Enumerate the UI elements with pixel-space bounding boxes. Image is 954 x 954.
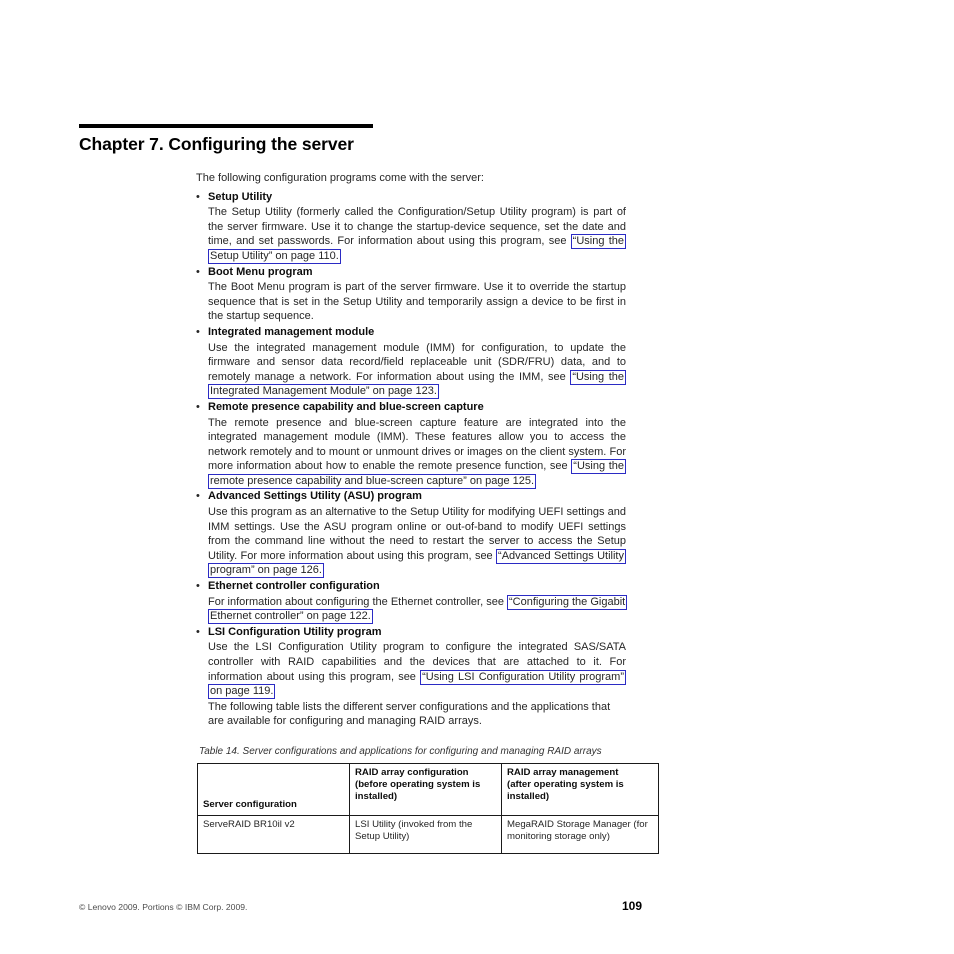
list-item-body: The Boot Menu program is part of the ser… <box>208 280 626 324</box>
raid-configurations-table: Server configuration RAID array configur… <box>197 763 659 854</box>
bullet-marker: • <box>196 625 200 638</box>
body-text: For information about configuring the Et… <box>208 595 508 608</box>
table-header-raid-array-configuration: RAID array configuration (before operati… <box>349 763 502 816</box>
list-item-body: Use the integrated management module (IM… <box>208 341 626 400</box>
bullet-marker: • <box>196 400 200 413</box>
header-label-line2: (after operating system is <box>507 779 624 791</box>
list-item-body: Use this program as an alternative to th… <box>208 505 626 579</box>
bullet-marker: • <box>196 580 200 593</box>
body-column: The following configuration programs com… <box>196 171 628 729</box>
cell-raid-array-configuration: LSI Utility (invoked from the Setup Util… <box>349 815 502 854</box>
header-label-line1: RAID array configuration <box>355 767 469 778</box>
bullet-marker: • <box>196 490 200 503</box>
cell-raid-array-management: MegaRAID Storage Manager (for monitoring… <box>501 815 659 854</box>
bullet-marker: • <box>196 265 200 278</box>
cell-server-configuration: ServeRAID BR10il v2 <box>197 815 350 854</box>
list-item: • Setup Utility The Setup Utility (forme… <box>196 190 626 264</box>
table-intro-paragraph: The following table lists the different … <box>208 700 611 728</box>
bullet-marker: • <box>196 325 200 338</box>
list-item: • Ethernet controller configuration For … <box>196 579 628 625</box>
footer-page-number: 109 <box>621 899 642 913</box>
list-item: • Integrated management module Use the i… <box>196 325 626 400</box>
chapter-title: Chapter 7. Configuring the server <box>79 134 354 154</box>
chapter-heading-rule <box>79 124 373 128</box>
list-item-heading: Advanced Settings Utility (ASU) program <box>208 490 422 503</box>
list-item: • LSI Configuration Utility program Use … <box>196 625 626 729</box>
list-item-body: Use the LSI Configuration Utility progra… <box>208 640 626 700</box>
list-item-heading: Ethernet controller configuration <box>208 580 380 593</box>
list-item-heading: Boot Menu program <box>208 265 313 278</box>
header-label-line1: RAID array management <box>507 767 619 778</box>
header-label-line2: (before operating system is <box>355 779 481 791</box>
table-header-raid-array-management: RAID array management (after operating s… <box>501 763 659 816</box>
list-item: • Remote presence capability and blue-sc… <box>196 400 626 489</box>
list-item-heading: Integrated management module <box>208 325 375 338</box>
list-item-body: The remote presence and blue-screen capt… <box>208 416 626 489</box>
table-caption: Table 14. Server configurations and appl… <box>199 746 602 757</box>
body-text: The Boot Menu program is part of the ser… <box>208 281 626 323</box>
table-header-server-configuration: Server configuration <box>197 763 350 816</box>
intro-paragraph: The following configuration programs com… <box>196 172 484 184</box>
header-label-line3: installed) <box>507 791 550 803</box>
header-label: Server configuration <box>203 798 297 810</box>
footer-copyright: © Lenovo 2009. Portions © IBM Corp. 2009… <box>79 902 248 912</box>
body-text: The remote presence and blue-screen capt… <box>208 416 626 473</box>
bullet-marker: • <box>196 190 200 203</box>
list-item-body: The Setup Utility (formerly called the C… <box>208 205 626 264</box>
body-text: The Setup Utility (formerly called the C… <box>208 206 626 248</box>
document-page: Chapter 7. Configuring the server The fo… <box>0 0 954 954</box>
list-item-heading: Remote presence capability and blue-scre… <box>208 400 484 413</box>
header-label-line3: installed) <box>355 791 398 803</box>
table-row: ServeRAID BR10il v2 LSI Utility (invoked… <box>197 815 659 854</box>
list-item-heading: Setup Utility <box>208 190 273 203</box>
list-item: • Boot Menu program The Boot Menu progra… <box>196 265 626 324</box>
list-item-heading: LSI Configuration Utility program <box>208 625 382 638</box>
body-text: Use the integrated management module (IM… <box>208 341 626 383</box>
list-item-body: For information about configuring the Et… <box>208 594 628 625</box>
list-item: • Advanced Settings Utility (ASU) progra… <box>196 489 626 579</box>
table-header-row: Server configuration RAID array configur… <box>197 763 659 816</box>
